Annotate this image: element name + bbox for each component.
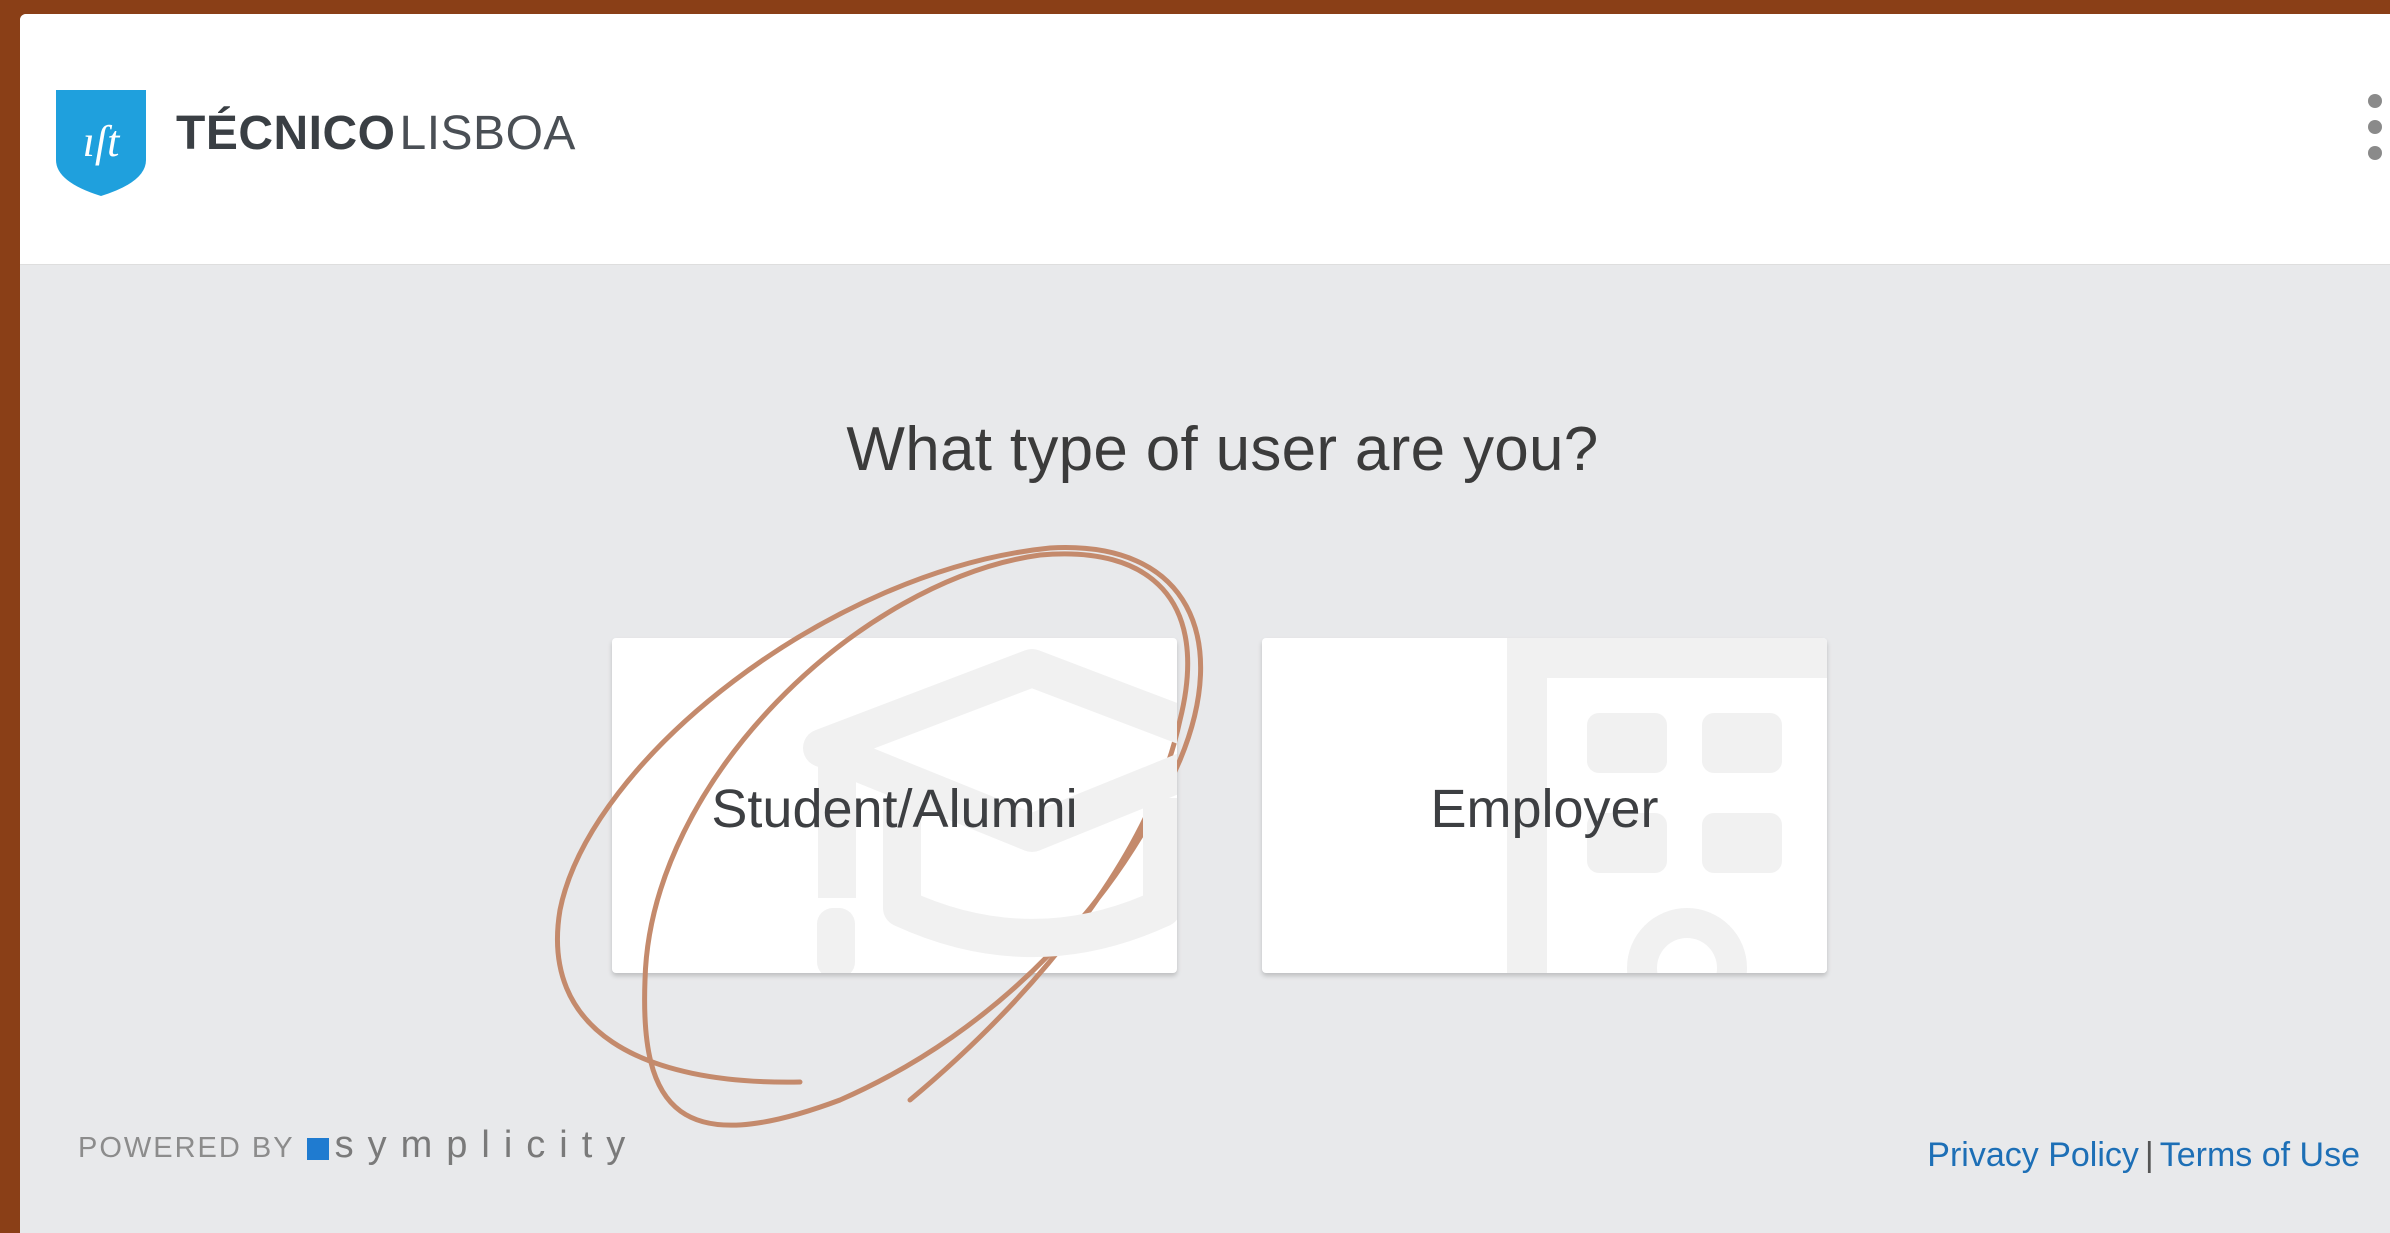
student-alumni-label: Student/Alumni [711, 779, 1078, 839]
top-bar: ıſt TÉCNICOLISBOA [20, 14, 2390, 265]
terms-of-use-link[interactable]: Terms of Use [2160, 1136, 2360, 1174]
employer-label: Employer [1430, 779, 1659, 839]
powered-by-symplicity: POWERED BY symplicity [78, 1124, 639, 1167]
student-alumni-button[interactable]: Student/Alumni [612, 638, 1177, 973]
more-menu-button[interactable] [2320, 94, 2390, 184]
brand-strong: TÉCNICO [176, 107, 396, 160]
more-vert-icon [2368, 94, 2382, 108]
brand-light: LISBOA [399, 107, 576, 160]
ist-logo-icon: ıſt [56, 90, 146, 196]
symplicity-logo-text: symplicity [334, 1124, 640, 1166]
page-title: What type of user are you? [846, 415, 1599, 484]
footer-separator: | [2144, 1136, 2154, 1174]
svg-text:ıſt: ıſt [83, 117, 121, 166]
more-vert-dot [2368, 120, 2382, 134]
footer-links: Privacy Policy | Terms of Use [1927, 1136, 2360, 1175]
privacy-policy-link[interactable]: Privacy Policy [1927, 1136, 2139, 1174]
brand-name: TÉCNICOLISBOA [176, 110, 576, 158]
symplicity-square-icon [306, 1138, 329, 1161]
employer-button[interactable]: Employer [1262, 638, 1827, 973]
more-vert-dot [2368, 146, 2382, 160]
login-window: ıſt TÉCNICOLISBOA What type of user are … [20, 14, 2390, 1233]
powered-by-text: POWERED BY [78, 1132, 295, 1164]
